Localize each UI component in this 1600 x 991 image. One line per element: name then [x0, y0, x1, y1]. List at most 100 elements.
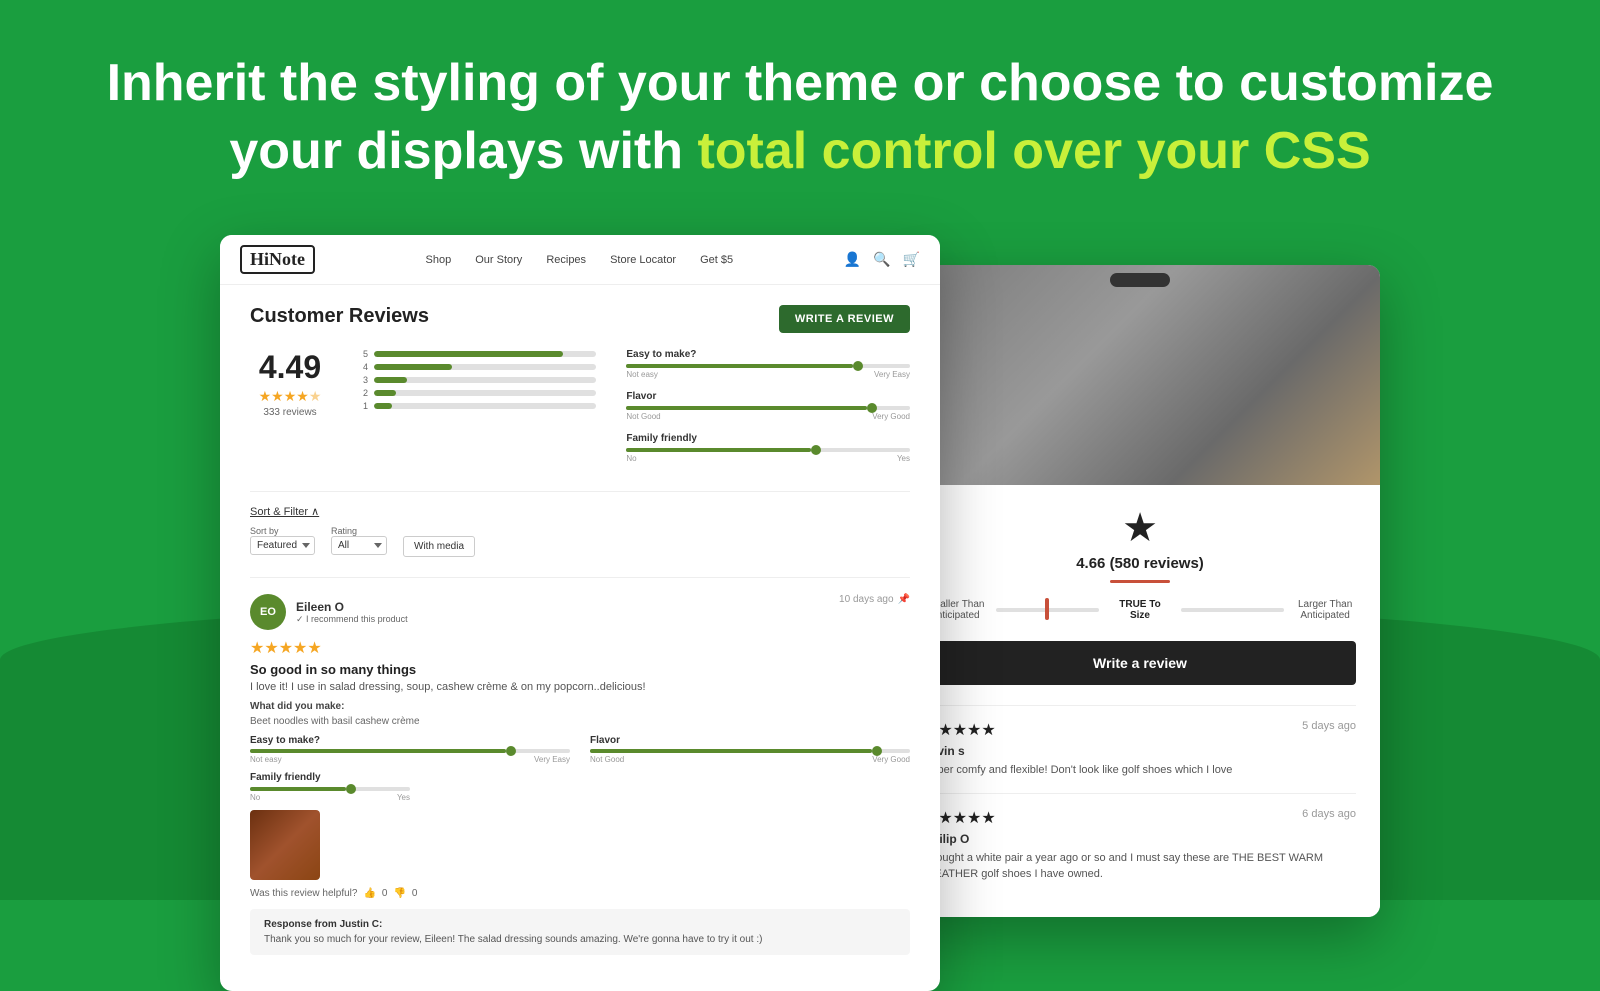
left-screenshot: HiNote Shop Our Story Recipes Store Loca… [220, 235, 940, 991]
right-review-body-1: Super comfy and flexible! Don't look lik… [924, 762, 1356, 779]
right-review-item-1: ★★★★★ 5 days ago kevin s Super comfy and… [924, 705, 1356, 793]
review-scale-family: Family friendly NoYes [250, 772, 410, 802]
account-icon[interactable]: 👤 [844, 251, 861, 268]
rating-select[interactable]: All 5 Stars 4 Stars [331, 536, 387, 555]
bar-row-1: 1 [360, 401, 596, 411]
right-review-item-2: ★★★★★ 6 days ago Philip O I bought a whi… [924, 793, 1356, 897]
scale-flavor: Flavor Not GoodVery Good [626, 391, 910, 421]
review-scale-easy: Easy to make? Not easyVery Easy [250, 735, 570, 764]
what-made-value: Beet noodles with basil cashew crème [250, 716, 910, 727]
rating-bars: 5 4 3 2 1 [360, 349, 596, 475]
helpful-row: Was this review helpful? 👍 0 👎 0 [250, 888, 910, 899]
bar-row-4: 4 [360, 362, 596, 372]
thumbs-down-icon[interactable]: 👎 [393, 888, 405, 899]
right-rating-text: 4.66 (580 reviews) [924, 555, 1356, 572]
scales-section: Easy to make? Not easyVery Easy Flavor [626, 349, 910, 475]
rating-group: Rating All 5 Stars 4 Stars [331, 526, 387, 555]
fit-true: TRUE To Size [1109, 599, 1171, 621]
right-content: ★ 4.66 (580 reviews) Smaller ThanAnticip… [900, 485, 1380, 917]
response-text: Thank you so much for your review, Eilee… [264, 934, 896, 945]
nav-shop[interactable]: Shop [426, 254, 452, 266]
headline-container: Inherit the styling of your theme or cho… [0, 0, 1600, 215]
bar-row-3: 3 [360, 375, 596, 385]
review-content: Customer Reviews WRITE A REVIEW 4.49 ★★★… [220, 285, 940, 991]
right-date-1: 5 days ago [1302, 720, 1356, 740]
rating-label: Rating [331, 526, 387, 536]
rating-summary: 4.49 ★★★★★ 333 reviews 5 4 3 [250, 349, 910, 475]
fit-bar [986, 608, 1109, 612]
phone-notch [1110, 273, 1170, 287]
right-review-body-2: I bought a white pair a year ago or so a… [924, 850, 1356, 883]
helpful-yes-count: 0 [382, 888, 388, 899]
review-scales: Easy to make? Not easyVery Easy Flavor [250, 735, 910, 764]
bar-row-2: 2 [360, 388, 596, 398]
scale-family: Family friendly NoYes [626, 433, 910, 463]
review-section-title: Customer Reviews [250, 305, 429, 328]
recommend-badge: ✓ I recommend this product [296, 614, 408, 625]
nav-store-locator[interactable]: Store Locator [610, 254, 676, 266]
headline-line2-white: your displays with [229, 122, 697, 180]
thumbs-up-icon[interactable]: 👍 [363, 888, 375, 899]
big-star-icon: ★ [924, 505, 1356, 551]
helpful-no-count: 0 [412, 888, 418, 899]
avatar: EO [250, 594, 286, 630]
right-reviewer-1: kevin s [924, 744, 1356, 758]
review-header: Customer Reviews WRITE A REVIEW [250, 305, 910, 333]
nav-bar: HiNote Shop Our Story Recipes Store Loca… [220, 235, 940, 285]
review-date: 10 days ago 📌 [839, 594, 910, 605]
right-review-top-1: ★★★★★ 5 days ago [924, 720, 1356, 740]
cart-icon[interactable]: 🛒 [903, 251, 920, 268]
nav-logo: HiNote [240, 245, 315, 274]
nav-links: Shop Our Story Recipes Store Locator Get… [426, 254, 734, 266]
sort-by-select[interactable]: Featured Newest Highest [250, 536, 315, 555]
sort-by-group: Sort by Featured Newest Highest [250, 526, 315, 555]
right-review-top-2: ★★★★★ 6 days ago [924, 808, 1356, 828]
response-from: Response from Justin C: [264, 919, 896, 930]
right-reviewer-2: Philip O [924, 832, 1356, 846]
review-top: EO Eileen O ✓ I recommend this product 1… [250, 594, 910, 630]
write-review-button[interactable]: WRITE A REVIEW [779, 305, 910, 333]
filter-row: Sort by Featured Newest Highest Rating A… [250, 524, 910, 557]
scale-easy: Easy to make? Not easyVery Easy [626, 349, 910, 379]
review-body: I love it! I use in salad dressing, soup… [250, 681, 910, 693]
sort-filter-bar: Sort & Filter ∧ Sort by Featured Newest … [250, 491, 910, 567]
headline-text: Inherit the styling of your theme or cho… [100, 50, 1500, 185]
fit-scale: Smaller ThanAnticipated TRUE To Size Lar… [924, 599, 1356, 621]
headline-white1: Inherit the styling of your theme [107, 54, 899, 112]
screenshots-container: HiNote Shop Our Story Recipes Store Loca… [0, 215, 1600, 991]
sort-filter-link[interactable]: Sort & Filter ∧ [250, 505, 319, 518]
nav-recipes[interactable]: Recipes [546, 254, 586, 266]
search-icon[interactable]: 🔍 [873, 251, 890, 268]
right-underline [1110, 580, 1170, 583]
nav-icons: 👤 🔍 🛒 [844, 251, 920, 268]
pin-icon: 📌 [898, 594, 910, 605]
write-review-dark-button[interactable]: Write a review [924, 641, 1356, 685]
bar-row-5: 5 [360, 349, 596, 359]
fit-larger: Larger ThanAnticipated [1294, 599, 1356, 621]
overall-rating: 4.49 ★★★★★ 333 reviews [250, 349, 330, 475]
headline-highlight: total control over your CSS [697, 122, 1370, 180]
with-media-button[interactable]: With media [403, 536, 475, 557]
review-stars: ★★★★★ [250, 638, 910, 658]
right-rating-header: ★ 4.66 (580 reviews) [924, 505, 1356, 583]
what-made-label: What did you make: [250, 701, 910, 712]
nav-get-5[interactable]: Get $5 [700, 254, 733, 266]
response-box: Response from Justin C: Thank you so muc… [250, 909, 910, 955]
review-count: 333 reviews [250, 407, 330, 418]
reviewer-name: Eileen O [296, 600, 408, 614]
fit-bar2 [1171, 608, 1294, 612]
nav-our-story[interactable]: Our Story [475, 254, 522, 266]
sort-by-label: Sort by [250, 526, 315, 536]
rating-number: 4.49 [250, 349, 330, 386]
stars-display: ★★★★★ [250, 388, 330, 405]
review-item: EO Eileen O ✓ I recommend this product 1… [250, 577, 910, 971]
headline-white2: choose to customize [979, 54, 1493, 112]
review-scale-flavor: Flavor Not GoodVery Good [590, 735, 910, 764]
review-image [250, 810, 320, 880]
right-date-2: 6 days ago [1302, 808, 1356, 828]
right-screenshot: ★ 4.66 (580 reviews) Smaller ThanAnticip… [900, 265, 1380, 917]
headline-or: or [898, 54, 979, 112]
right-top-image [900, 265, 1380, 485]
review-headline: So good in so many things [250, 662, 910, 677]
reviewer-info: EO Eileen O ✓ I recommend this product [250, 594, 408, 630]
